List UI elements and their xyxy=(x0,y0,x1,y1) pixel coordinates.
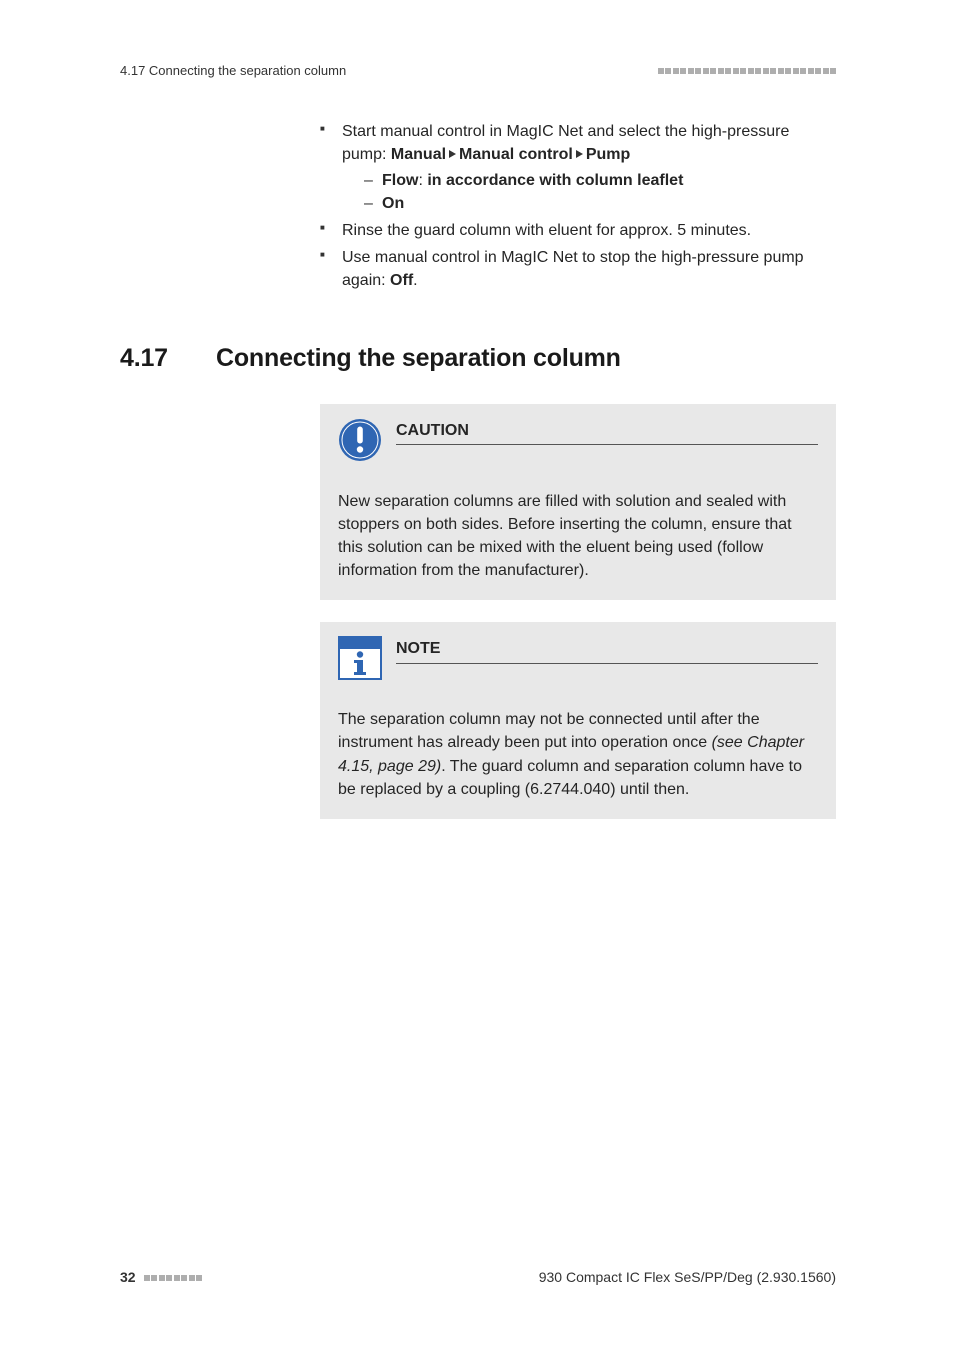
list-item: Rinse the guard column with eluent for a… xyxy=(342,219,836,242)
page-footer: 32 930 Compact IC Flex SeS/PP/Deg (2.930… xyxy=(120,1268,836,1288)
header-left: 4.17 Connecting the separation column xyxy=(120,62,346,80)
section-number: 4.17 xyxy=(120,341,216,376)
param-value: On xyxy=(382,195,404,212)
menu-path-2: Manual control xyxy=(459,146,573,163)
callout-title: NOTE xyxy=(396,638,818,660)
param-label: Flow xyxy=(382,172,418,189)
callout-header: CAUTION xyxy=(338,418,818,462)
page-number: 32 xyxy=(120,1268,136,1288)
footer-right: 930 Compact IC Flex SeS/PP/Deg (2.930.15… xyxy=(539,1268,836,1288)
callout-rule xyxy=(396,663,818,664)
header-decoration xyxy=(658,68,837,74)
note-callout: NOTE The separation column may not be co… xyxy=(320,622,836,819)
callout-body: New separation columns are filled with s… xyxy=(338,490,818,583)
info-icon xyxy=(338,636,382,680)
list-item: Start manual control in MagIC Net and se… xyxy=(342,120,836,215)
instruction-list-block: Start manual control in MagIC Net and se… xyxy=(320,120,836,292)
page-content: 4.17 Connecting the separation column St… xyxy=(120,62,836,841)
list-item: Flow: in accordance with column leaflet xyxy=(382,169,836,192)
callouts-block: CAUTION New separation columns are fille… xyxy=(320,404,836,820)
callout-rule xyxy=(396,444,818,445)
list-item: Use manual control in MagIC Net to stop … xyxy=(342,246,836,292)
instruction-text: Rinse the guard column with eluent for a… xyxy=(342,222,751,239)
list-item: On xyxy=(382,192,836,215)
footer-left: 32 xyxy=(120,1268,202,1288)
param-value: Off xyxy=(390,272,413,289)
section-heading-block: 4.17 Connecting the separation column xyxy=(120,341,836,376)
menu-path-3: Pump xyxy=(586,146,630,163)
caution-icon xyxy=(338,418,382,462)
caution-callout: CAUTION New separation columns are fille… xyxy=(320,404,836,601)
section-title: Connecting the separation column xyxy=(216,341,621,376)
param-sep: : xyxy=(418,172,427,189)
instruction-text: . xyxy=(413,272,417,289)
callout-header: NOTE xyxy=(338,636,818,680)
callout-body: The separation column may not be connect… xyxy=(338,708,818,801)
footer-decoration xyxy=(144,1275,203,1281)
param-value: in accordance with column leaflet xyxy=(427,172,683,189)
note-body-pre: The separation column may not be connect… xyxy=(338,711,760,751)
section-heading: 4.17 Connecting the separation column xyxy=(120,341,836,376)
instruction-list: Start manual control in MagIC Net and se… xyxy=(320,120,836,292)
callout-title: CAUTION xyxy=(396,420,818,442)
page-header: 4.17 Connecting the separation column xyxy=(120,62,836,80)
callout-title-wrap: NOTE xyxy=(396,636,818,663)
callout-title-wrap: CAUTION xyxy=(396,418,818,445)
menu-path-1: Manual xyxy=(391,146,446,163)
sub-list: Flow: in accordance with column leaflet … xyxy=(342,169,836,215)
chevron-right-icon xyxy=(449,150,456,158)
chevron-right-icon xyxy=(576,150,583,158)
